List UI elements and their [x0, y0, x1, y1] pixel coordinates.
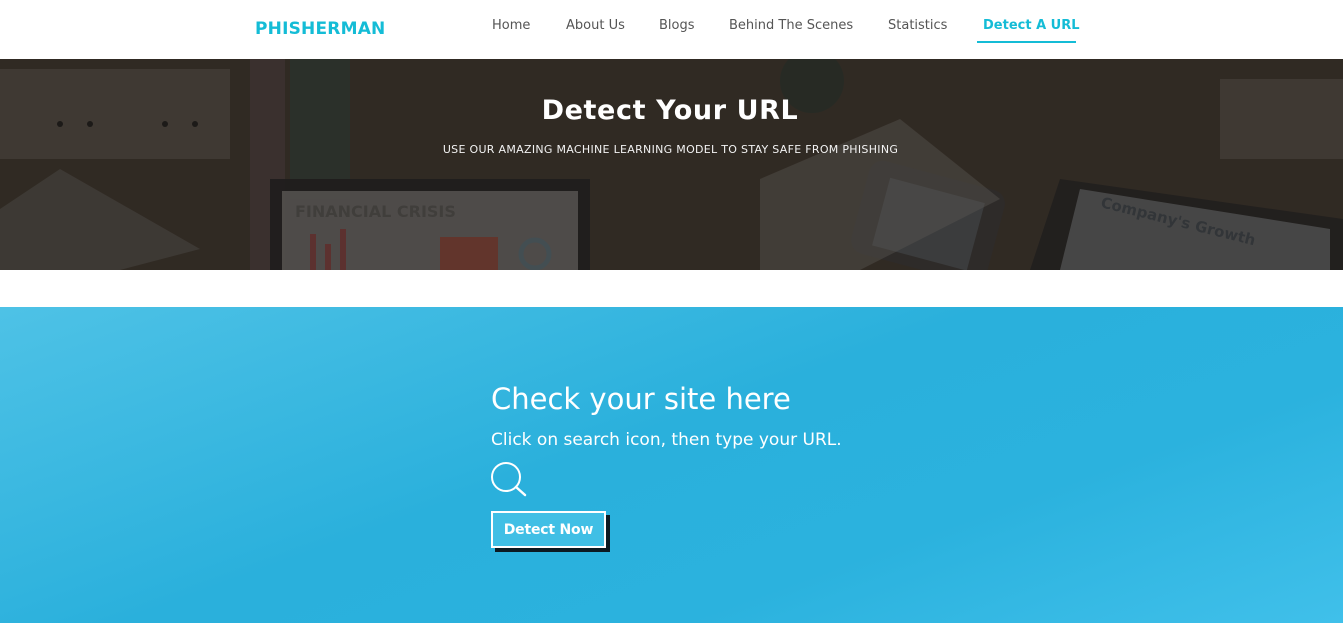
nav-detect-a-url[interactable]: Detect A URL [983, 18, 1080, 33]
nav-statistics[interactable]: Statistics [888, 18, 947, 33]
detect-description: Click on search icon, then type your URL… [491, 430, 842, 450]
section-spacer [0, 270, 1343, 307]
hero-subtitle: USE OUR AMAZING MACHINE LEARNING MODEL T… [442, 143, 899, 156]
nav-about-us[interactable]: About Us [566, 18, 625, 33]
nav-home[interactable]: Home [492, 18, 530, 33]
nav-blogs[interactable]: Blogs [659, 18, 695, 33]
detect-title: Check your site here [491, 382, 791, 416]
detect-section: Check your site here Click on search ico… [0, 307, 1343, 623]
nav-behind-the-scenes[interactable]: Behind The Scenes [729, 18, 853, 33]
hero-title: Detect Your URL [541, 95, 799, 126]
hero-background-image: FINANCIAL CRISIS Company's Growth [0, 59, 1343, 270]
active-nav-indicator [977, 41, 1076, 43]
site-logo[interactable]: PHISHERMAN [255, 19, 386, 39]
site-header: PHISHERMAN Home About Us Blogs Behind Th… [0, 0, 1343, 59]
hero-banner: FINANCIAL CRISIS Company's Growth Detect… [0, 59, 1343, 270]
search-icon[interactable] [489, 461, 529, 499]
detect-now-button[interactable]: Detect Now [491, 511, 606, 548]
